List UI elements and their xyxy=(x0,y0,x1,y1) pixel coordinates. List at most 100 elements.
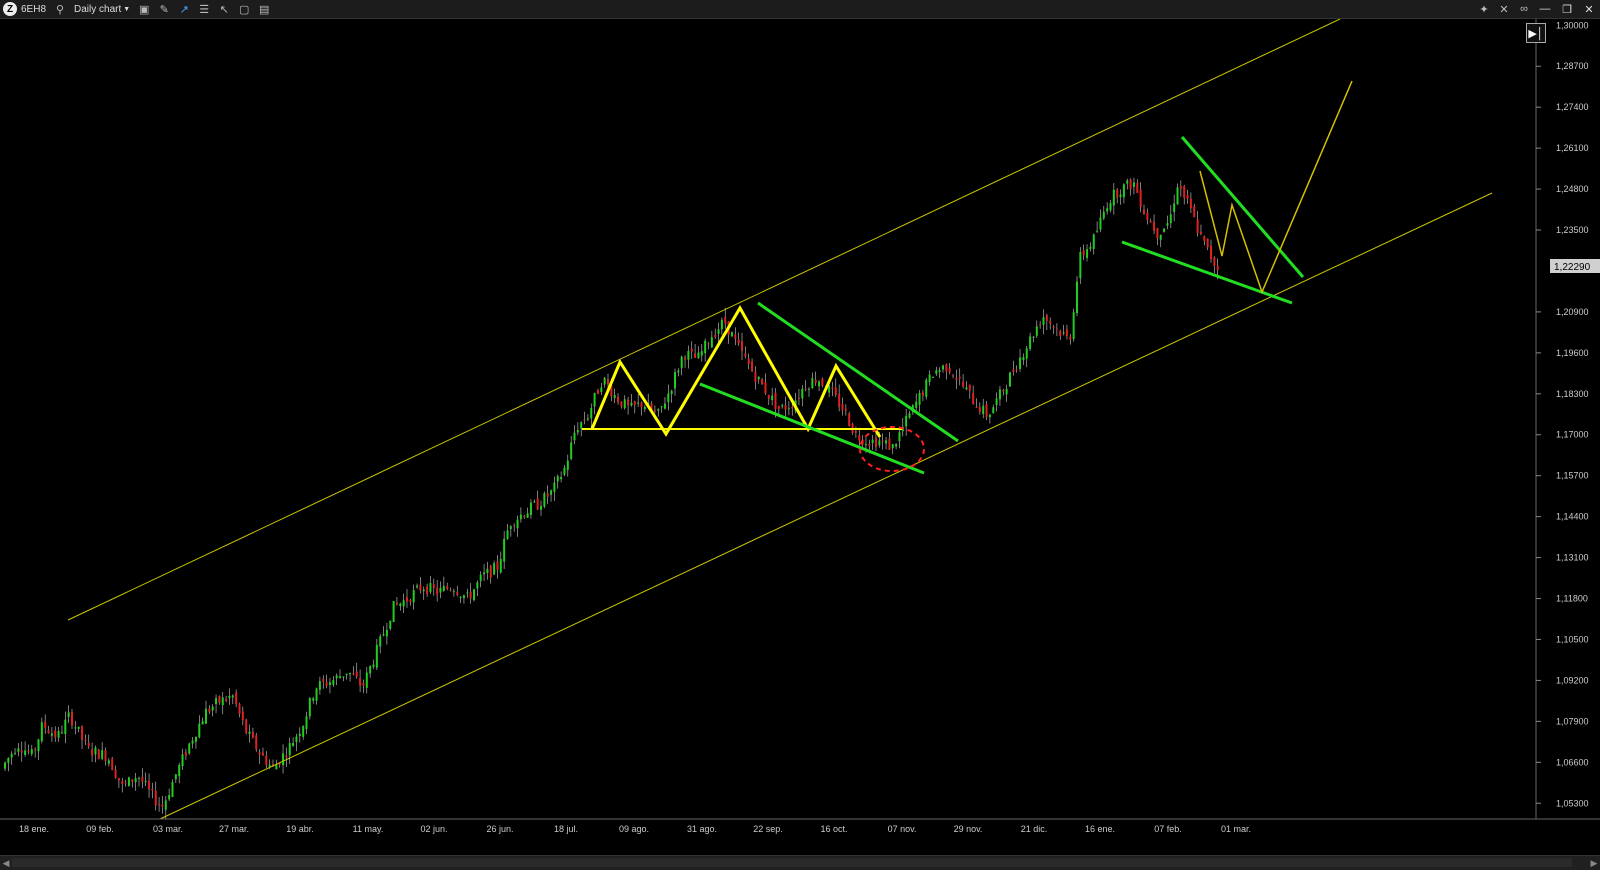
candle-body xyxy=(540,506,542,510)
candle-body xyxy=(1186,195,1189,199)
candle-body xyxy=(215,698,218,705)
candle-body xyxy=(1189,198,1192,209)
candle-body xyxy=(104,750,107,761)
price-chart[interactable]: 1,30000 1,28700 1,27400 1,26100 1,24800 1,235… xyxy=(0,19,1600,839)
scroll-left-icon[interactable]: ◀ xyxy=(1,857,11,869)
price-label: 1,19600 xyxy=(1556,348,1589,358)
scroll-right-icon[interactable]: ▶ xyxy=(1589,857,1599,869)
candle-body xyxy=(7,757,10,763)
app-logo-icon[interactable]: Z xyxy=(3,2,17,16)
candle-body xyxy=(1210,245,1212,260)
candle-body xyxy=(931,376,934,378)
bars-icon[interactable]: ☰ xyxy=(196,2,212,16)
candle-body xyxy=(483,572,486,575)
cursor-icon[interactable]: ↖ xyxy=(216,2,232,16)
window-icon[interactable]: ▢ xyxy=(236,2,252,16)
candle-body xyxy=(14,752,17,754)
right-wedge-upper-line xyxy=(1180,136,1305,278)
candle-body xyxy=(720,319,723,330)
time-label: 03 mar. xyxy=(153,824,183,834)
candle-body xyxy=(553,482,556,492)
symbol-label[interactable]: 6EH8 xyxy=(17,0,50,18)
candle-body xyxy=(895,444,898,447)
current-price-marker: 1,22290 xyxy=(1550,259,1600,273)
candle-body xyxy=(513,525,516,527)
candle-body xyxy=(1183,186,1186,198)
horizontal-scrollbar[interactable]: ◀ ▶ xyxy=(0,855,1600,870)
candle-body xyxy=(1005,388,1008,395)
candle-body xyxy=(707,343,710,345)
candle-body xyxy=(486,568,489,574)
candle-body xyxy=(268,764,271,767)
candle-body xyxy=(570,442,573,459)
candle-body xyxy=(362,683,365,686)
candle-body xyxy=(995,398,998,406)
display-icon[interactable]: ▣ xyxy=(136,2,152,16)
close-button[interactable]: ✕ xyxy=(1578,0,1600,18)
candle-body xyxy=(194,736,197,742)
candle-body xyxy=(630,402,633,406)
candle-body xyxy=(945,364,948,372)
candle-body xyxy=(955,378,958,381)
candle-body xyxy=(908,413,911,418)
candle-body xyxy=(801,388,804,399)
candle-body xyxy=(838,393,841,407)
candle-body xyxy=(1019,357,1022,369)
candle-body xyxy=(841,404,844,411)
candle-body xyxy=(84,739,87,741)
candle-body xyxy=(858,435,861,441)
candle-body xyxy=(67,712,70,718)
settings-icon[interactable]: ✦ xyxy=(1476,2,1492,16)
line-chart-icon[interactable]: ↗ xyxy=(176,2,192,16)
candle-body xyxy=(20,750,23,753)
restore-button[interactable]: ❐ xyxy=(1556,0,1578,18)
candle-body xyxy=(523,515,526,518)
time-label: 29 nov. xyxy=(954,824,983,834)
scroll-thumb[interactable] xyxy=(12,858,1572,867)
link-icon[interactable]: ∞ xyxy=(1516,2,1532,16)
candle-body xyxy=(747,358,750,365)
search-icon[interactable]: ⚲ xyxy=(52,2,68,16)
candle-body xyxy=(633,401,636,405)
price-label: 1,06600 xyxy=(1556,757,1589,767)
chart-type-dropdown[interactable]: Daily chart ▼ xyxy=(70,0,134,18)
candle-body xyxy=(456,592,459,595)
candle-body xyxy=(640,402,643,408)
candle-body xyxy=(151,788,154,791)
candle-body xyxy=(653,410,656,412)
candle-body xyxy=(258,752,261,755)
candle-body xyxy=(77,726,80,729)
candle-body xyxy=(459,596,462,598)
candle-body xyxy=(17,748,20,752)
price-label: 1,26100 xyxy=(1556,143,1589,153)
candle-body xyxy=(881,440,884,442)
candle-body xyxy=(660,406,663,408)
candle-body xyxy=(1196,219,1199,233)
minimize-button[interactable]: — xyxy=(1534,0,1556,18)
scroll-to-end-button[interactable]: ▶│ xyxy=(1526,23,1546,43)
candle-body xyxy=(915,401,918,408)
candle-body xyxy=(1059,330,1062,337)
crosshair-icon[interactable]: ✕ xyxy=(1496,2,1512,16)
candle-body xyxy=(620,401,623,407)
candle-body xyxy=(231,695,234,698)
candle-body xyxy=(965,387,968,390)
draw-icon[interactable]: ✎ xyxy=(156,2,172,16)
candle-body xyxy=(325,681,328,686)
candle-body xyxy=(154,790,157,806)
candle-body xyxy=(767,394,770,399)
split-icon[interactable]: ▤ xyxy=(256,2,272,16)
candle-body xyxy=(643,406,646,410)
candle-body xyxy=(379,636,382,647)
candle-body xyxy=(566,460,569,470)
candle-body xyxy=(127,777,130,786)
candle-body xyxy=(550,490,553,495)
candle-body xyxy=(690,348,693,352)
candle-body xyxy=(925,379,928,397)
candle-body xyxy=(744,353,747,357)
candle-body xyxy=(476,582,479,589)
candle-body xyxy=(40,722,43,742)
candle-body xyxy=(972,392,975,405)
candle-body xyxy=(282,753,285,766)
candle-body xyxy=(771,395,774,401)
